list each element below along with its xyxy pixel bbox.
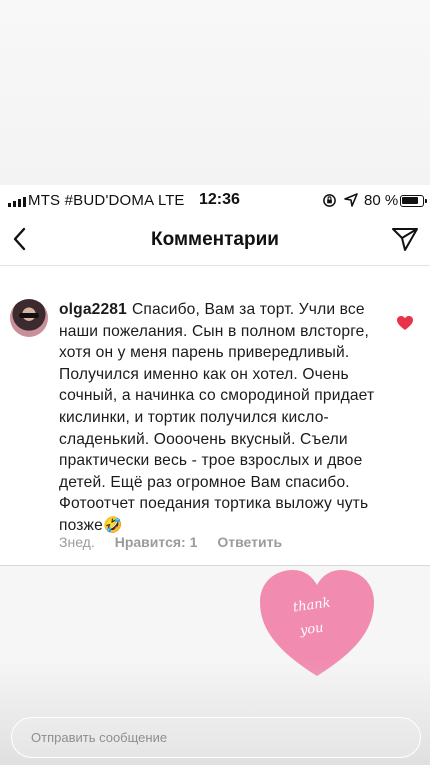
comment-username[interactable]: olga2281: [59, 301, 127, 318]
location-icon: [344, 193, 358, 207]
instagram-screen: MTS #BUD'DOMA LTE 12:36 80 % Комментарии…: [0, 185, 430, 566]
nav-bar: Комментарии: [0, 217, 430, 263]
comment-body: olga2281 Спасибо, Вам за торт. Учли все н…: [59, 299, 384, 537]
rotation-lock-icon: [323, 194, 336, 207]
send-message-input[interactable]: [11, 717, 421, 758]
share-icon[interactable]: [390, 225, 420, 253]
battery-percentage: 80 %: [364, 192, 399, 209]
avatar-glasses: [19, 313, 39, 318]
page-title: Комментарии: [151, 229, 279, 250]
comment-text: Спасибо, Вам за торт. Учли все наши поже…: [59, 301, 375, 534]
comment-likes-button[interactable]: Нравится: 1: [115, 534, 198, 550]
avatar[interactable]: [10, 299, 48, 337]
battery-icon: [400, 195, 427, 207]
carrier-name: MTS #BUD'DOMA: [28, 192, 155, 209]
network-type: LTE: [158, 192, 185, 209]
comment-meta: Знед. Нравится: 1 Ответить: [59, 534, 282, 550]
signal-icon: [8, 195, 26, 207]
heart-icon[interactable]: [396, 315, 414, 331]
status-bar: MTS #BUD'DOMA LTE 12:36 80 %: [0, 185, 430, 217]
top-blank-area: [0, 0, 430, 185]
clock: 12:36: [199, 191, 240, 208]
comment-time: Знед.: [59, 534, 95, 550]
header-divider: [0, 265, 430, 266]
reply-button[interactable]: Ответить: [217, 534, 282, 550]
screen-bottom-border: [0, 565, 430, 566]
